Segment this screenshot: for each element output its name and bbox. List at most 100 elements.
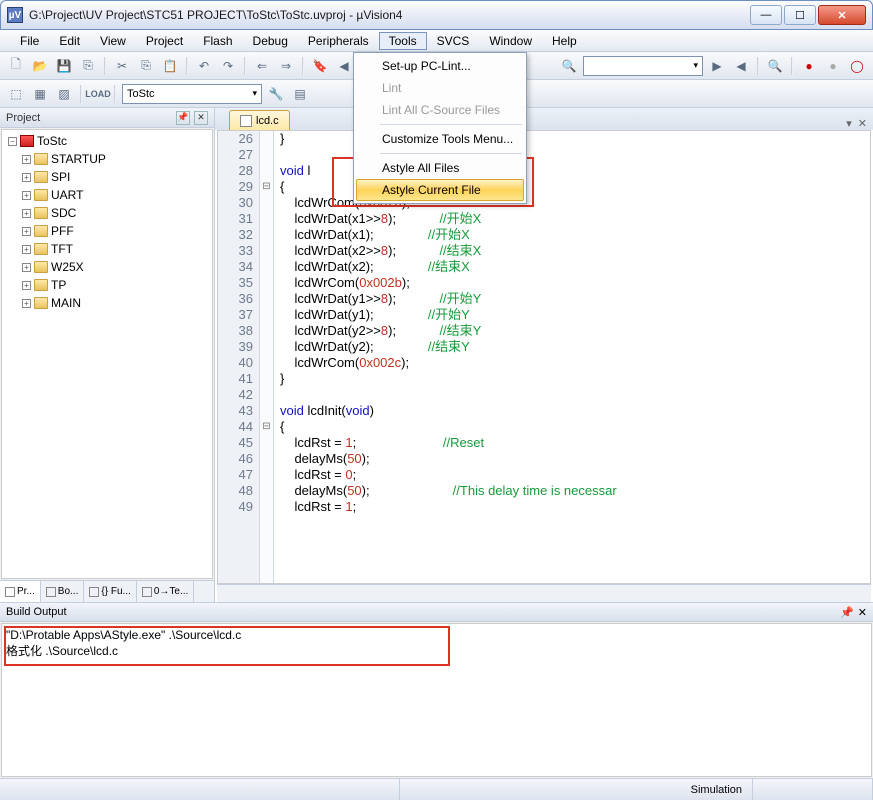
tab-icon — [142, 587, 152, 597]
menu-view[interactable]: View — [90, 32, 136, 50]
expand-icon[interactable]: + — [22, 245, 31, 254]
menu-debug[interactable]: Debug — [243, 32, 298, 50]
editor-area: lcd.c ▾ ✕ 262728293031323334353637383940… — [215, 108, 873, 602]
editor-tab-lcd[interactable]: lcd.c — [229, 110, 290, 130]
build-output-body[interactable]: "D:\Protable Apps\AStyle.exe" .\Source\l… — [1, 623, 872, 777]
nav-back-icon[interactable]: ⇐ — [252, 56, 272, 76]
tools-item-customize-tools-menu-[interactable]: Customize Tools Menu... — [356, 128, 524, 150]
tab-close-icon[interactable]: ✕ — [858, 117, 867, 130]
tools-item-set-up-pc-lint-[interactable]: Set-up PC-Lint... — [356, 55, 524, 77]
tree-folder-startup[interactable]: +STARTUP — [4, 150, 210, 168]
tree-folder-uart[interactable]: +UART — [4, 186, 210, 204]
search-combo[interactable]: ▾ — [583, 56, 703, 76]
copy-icon[interactable]: ⎘ — [136, 56, 156, 76]
tree-folder-main[interactable]: +MAIN — [4, 294, 210, 312]
menu-tools[interactable]: Tools — [379, 32, 427, 50]
red-dot-icon[interactable]: ● — [799, 56, 819, 76]
expand-icon[interactable]: + — [22, 155, 31, 164]
folder-icon — [34, 297, 48, 309]
tab-icon — [89, 587, 99, 597]
tab-icon — [46, 587, 56, 597]
folder-icon — [34, 189, 48, 201]
code-editor[interactable]: 2627282930313233343536373839404142434445… — [217, 130, 871, 584]
tree-root-label[interactable]: ToStc — [37, 134, 67, 148]
expand-icon[interactable]: + — [22, 191, 31, 200]
target-icon — [20, 135, 34, 147]
new-file-icon[interactable]: 🗋 — [6, 56, 26, 76]
expand-icon[interactable]: + — [22, 299, 31, 308]
paste-icon[interactable]: 📋 — [160, 56, 180, 76]
h-scrollbar[interactable] — [217, 584, 871, 602]
find-icon[interactable]: 🔍 — [559, 56, 579, 76]
expand-icon[interactable]: + — [22, 173, 31, 182]
folder-icon — [34, 279, 48, 291]
tools-item-astyle-current-file[interactable]: Astyle Current File — [356, 179, 524, 201]
menu-help[interactable]: Help — [542, 32, 587, 50]
tools-dropdown: Set-up PC-Lint...LintLint All C-Source F… — [353, 52, 527, 204]
rebuild-icon[interactable]: ▨ — [54, 84, 74, 104]
menubar: FileEditViewProjectFlashDebugPeripherals… — [0, 30, 873, 52]
expand-icon[interactable]: + — [22, 281, 31, 290]
redo-icon[interactable]: ↷ — [218, 56, 238, 76]
folder-icon — [34, 171, 48, 183]
build-icon[interactable]: ▦ — [30, 84, 50, 104]
tab-icon — [5, 587, 15, 597]
project-tab-1[interactable]: Bo... — [41, 581, 85, 602]
panel-close-icon[interactable]: ✕ — [858, 606, 867, 619]
open-file-icon[interactable]: 📂 — [30, 56, 50, 76]
panel-close-icon[interactable]: ✕ — [194, 111, 208, 125]
project-tab-3[interactable]: 0→Te... — [137, 581, 194, 602]
cut-icon[interactable]: ✂ — [112, 56, 132, 76]
undo-icon[interactable]: ↶ — [194, 56, 214, 76]
tree-folder-tft[interactable]: +TFT — [4, 240, 210, 258]
findprev-icon[interactable]: ◀ — [731, 56, 751, 76]
expand-icon[interactable]: + — [22, 263, 31, 272]
tree-folder-w25x[interactable]: +W25X — [4, 258, 210, 276]
tree-folder-pff[interactable]: +PFF — [4, 222, 210, 240]
pin-icon[interactable]: 📌 — [176, 111, 190, 125]
status-left — [0, 779, 400, 800]
nav-fwd-icon[interactable]: ⇒ — [276, 56, 296, 76]
grey-dot-icon[interactable]: ● — [823, 56, 843, 76]
tools-item-lint: Lint — [356, 77, 524, 99]
load-icon[interactable]: LOAD — [88, 84, 108, 104]
menu-file[interactable]: File — [10, 32, 49, 50]
project-tab-2[interactable]: {} Fu... — [84, 581, 136, 602]
status-right-pad — [753, 779, 873, 800]
project-panel-title: Project 📌 ✕ — [0, 108, 214, 128]
findnext-icon[interactable]: ▶ — [707, 56, 727, 76]
project-tree[interactable]: − ToStc +STARTUP+SPI+UART+SDC+PFF+TFT+W25X… — [1, 129, 213, 579]
menu-project[interactable]: Project — [136, 32, 193, 50]
collapse-icon[interactable]: − — [8, 137, 17, 146]
debug-icon[interactable]: 🔍 — [765, 56, 785, 76]
menu-flash[interactable]: Flash — [193, 32, 242, 50]
tree-folder-spi[interactable]: +SPI — [4, 168, 210, 186]
statusbar: Simulation — [0, 778, 873, 800]
translate-icon[interactable]: ⬚ — [6, 84, 26, 104]
expand-icon[interactable]: + — [22, 209, 31, 218]
menu-svcs[interactable]: SVCS — [427, 32, 480, 50]
close-button[interactable]: ✕ — [818, 5, 866, 25]
red-ring-icon[interactable]: ◯ — [847, 56, 867, 76]
menu-peripherals[interactable]: Peripherals — [298, 32, 379, 50]
maximize-button[interactable]: ☐ — [784, 5, 816, 25]
minimize-button[interactable]: — — [750, 5, 782, 25]
manage-icon[interactable]: ▤ — [290, 84, 310, 104]
bookmark-prev-icon[interactable]: ◀ — [334, 56, 354, 76]
dropdown-arrow-icon[interactable]: ▾ — [846, 117, 852, 130]
tree-folder-tp[interactable]: +TP — [4, 276, 210, 294]
folder-icon — [34, 261, 48, 273]
tools-item-astyle-all-files[interactable]: Astyle All Files — [356, 157, 524, 179]
tree-folder-sdc[interactable]: +SDC — [4, 204, 210, 222]
pin-icon[interactable]: 📌 — [840, 606, 854, 619]
project-tab-0[interactable]: Pr... — [0, 581, 41, 602]
bookmark-icon[interactable]: 🔖 — [310, 56, 330, 76]
target-options-icon[interactable]: 🔧 — [266, 84, 286, 104]
target-select[interactable]: ToStc▾ — [122, 84, 262, 104]
save-all-icon[interactable]: ⎘ — [78, 56, 98, 76]
save-icon[interactable]: 💾 — [54, 56, 74, 76]
menu-window[interactable]: Window — [479, 32, 542, 50]
menu-edit[interactable]: Edit — [49, 32, 90, 50]
expand-icon[interactable]: + — [22, 227, 31, 236]
project-bottom-tabs: Pr...Bo...{} Fu...0→Te... — [0, 580, 214, 602]
